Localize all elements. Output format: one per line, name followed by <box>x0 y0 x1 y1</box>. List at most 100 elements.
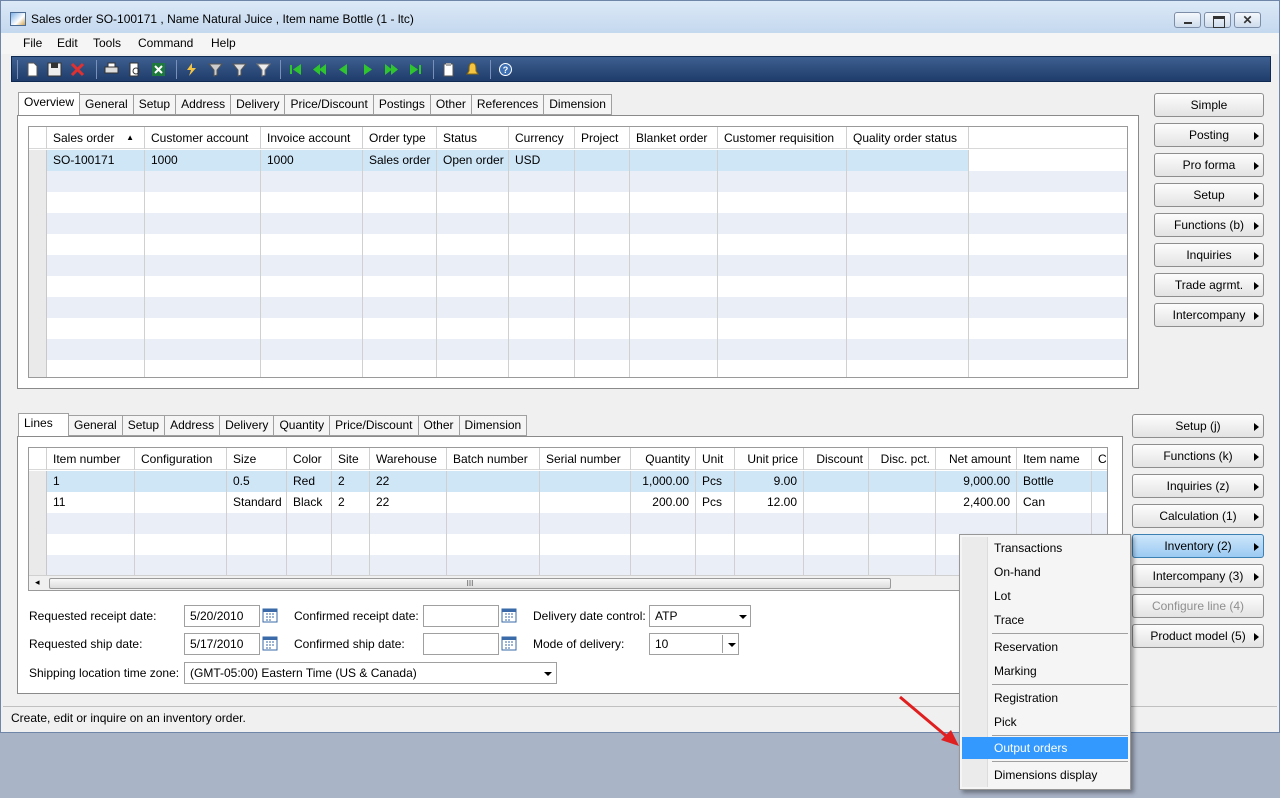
col-serial-number[interactable]: Serial number <box>540 448 631 470</box>
menu-item-on-hand[interactable]: On-hand <box>962 561 1128 583</box>
menu-item-pick[interactable]: Pick <box>962 711 1128 733</box>
functions-button[interactable]: Functions (b) <box>1154 213 1264 237</box>
menu-item-dimensions-display[interactable]: Dimensions display <box>962 764 1128 786</box>
table-row[interactable]: SO-100171 1000 1000 Sales order Open ord… <box>29 150 969 171</box>
confirmed-ship-date-field[interactable] <box>423 633 499 655</box>
empty-row[interactable] <box>29 213 1127 234</box>
tab-setup[interactable]: Setup <box>133 94 177 115</box>
col-invoice-account[interactable]: Invoice account <box>261 127 363 149</box>
tab-lines-other[interactable]: Other <box>418 415 460 436</box>
col-item-number[interactable]: Item number <box>47 448 135 470</box>
col-blanket-order[interactable]: Blanket order <box>630 127 718 149</box>
col-customer-account[interactable]: Customer account <box>145 127 261 149</box>
tab-references[interactable]: References <box>471 94 545 115</box>
filter-icon[interactable] <box>232 62 247 77</box>
col-quality-order-status[interactable]: Quality order status <box>847 127 969 149</box>
tab-dimension[interactable]: Dimension <box>544 94 612 115</box>
col-net-amount[interactable]: Net amount <box>936 448 1017 470</box>
tab-lines-delivery[interactable]: Delivery <box>220 415 275 436</box>
tab-lines[interactable]: Lines <box>18 413 69 436</box>
calendar-icon[interactable] <box>262 608 278 623</box>
tab-lines-general[interactable]: General <box>69 415 123 436</box>
empty-row[interactable] <box>29 339 1127 360</box>
empty-row[interactable] <box>29 360 1127 377</box>
advanced-filter-icon[interactable] <box>208 62 223 77</box>
col-unit[interactable]: Unit <box>696 448 735 470</box>
col-project[interactable]: Project <box>575 127 630 149</box>
col-size[interactable]: Size <box>227 448 287 470</box>
menu-help[interactable]: Help <box>211 36 236 50</box>
intercompany-button[interactable]: Intercompany <box>1154 303 1264 327</box>
horizontal-scrollbar[interactable]: ◂ III <box>29 575 1107 590</box>
empty-row[interactable] <box>29 555 1107 576</box>
filter-by-selection-icon[interactable] <box>184 62 199 77</box>
menu-item-lot[interactable]: Lot <box>962 585 1128 607</box>
menu-item-registration[interactable]: Registration <box>962 687 1128 709</box>
empty-row[interactable] <box>29 534 1107 555</box>
menu-item-trace[interactable]: Trace <box>962 609 1128 631</box>
empty-row[interactable] <box>29 276 1127 297</box>
menu-item-reservation[interactable]: Reservation <box>962 636 1128 658</box>
col-item-name[interactable]: Item name <box>1017 448 1092 470</box>
delivery-date-control-select[interactable]: ATP <box>649 605 751 627</box>
lines-inquiries-button[interactable]: Inquiries (z) <box>1132 474 1264 498</box>
calendar-icon[interactable] <box>501 636 517 651</box>
requested-ship-date-field[interactable]: 5/17/2010 <box>184 633 260 655</box>
col-currency[interactable]: Currency <box>509 127 575 149</box>
inventory-button[interactable]: Inventory (2) <box>1132 534 1264 558</box>
empty-row[interactable] <box>29 318 1127 339</box>
scroll-thumb[interactable]: III <box>49 578 891 589</box>
empty-row[interactable] <box>29 513 1107 534</box>
empty-row[interactable] <box>29 171 1127 192</box>
tab-lines-price-discount[interactable]: Price/Discount <box>330 415 419 436</box>
col-configuration[interactable]: Configuration <box>135 448 227 470</box>
calendar-icon[interactable] <box>262 636 278 651</box>
requested-receipt-date-field[interactable]: 5/20/2010 <box>184 605 260 627</box>
menu-tools[interactable]: Tools <box>93 36 121 50</box>
delete-icon[interactable] <box>70 62 85 77</box>
product-model-button[interactable]: Product model (5) <box>1132 624 1264 648</box>
previous-record-icon[interactable] <box>336 62 351 77</box>
excel-icon[interactable] <box>151 62 166 77</box>
print-icon[interactable] <box>104 62 119 77</box>
lines-intercompany-button[interactable]: Intercompany (3) <box>1132 564 1264 588</box>
trade-agreement-button[interactable]: Trade agrmt. <box>1154 273 1264 297</box>
col-quantity[interactable]: Quantity <box>631 448 696 470</box>
col-disc-pct[interactable]: Disc. pct. <box>869 448 936 470</box>
setup-button[interactable]: Setup <box>1154 183 1264 207</box>
menu-item-output-orders[interactable]: Output orders <box>962 737 1128 759</box>
shipping-timezone-select[interactable]: (GMT-05:00) Eastern Time (US & Canada) <box>184 662 557 684</box>
tab-lines-quantity[interactable]: Quantity <box>274 415 331 436</box>
col-c[interactable]: C <box>1092 448 1107 470</box>
col-batch-number[interactable]: Batch number <box>447 448 540 470</box>
calendar-icon[interactable] <box>501 608 517 623</box>
menu-item-transactions[interactable]: Transactions <box>962 537 1128 559</box>
col-discount[interactable]: Discount <box>804 448 869 470</box>
col-status[interactable]: Status <box>437 127 509 149</box>
tab-other[interactable]: Other <box>430 94 472 115</box>
next-record-icon[interactable] <box>360 62 375 77</box>
menu-item-marking[interactable]: Marking <box>962 660 1128 682</box>
close-button[interactable]: ✕ <box>1234 12 1261 28</box>
menu-command[interactable]: Command <box>138 36 193 50</box>
col-color[interactable]: Color <box>287 448 332 470</box>
calculation-button[interactable]: Calculation (1) <box>1132 504 1264 528</box>
previous-page-icon[interactable] <box>312 62 327 77</box>
configure-line-button[interactable]: Configure line (4) <box>1132 594 1264 618</box>
lines-functions-button[interactable]: Functions (k) <box>1132 444 1264 468</box>
col-sales-order[interactable]: Sales order ▲ <box>47 127 145 149</box>
next-page-icon[interactable] <box>384 62 399 77</box>
last-record-icon[interactable] <box>408 62 423 77</box>
col-unit-price[interactable]: Unit price <box>735 448 804 470</box>
tab-general[interactable]: General <box>80 94 134 115</box>
tab-overview[interactable]: Overview <box>18 92 81 115</box>
alert-icon[interactable] <box>465 62 480 77</box>
simple-button[interactable]: Simple <box>1154 93 1264 117</box>
tab-price-discount[interactable]: Price/Discount <box>285 94 374 115</box>
scroll-left-icon[interactable]: ◂ <box>35 577 40 588</box>
tab-lines-dimension[interactable]: Dimension <box>459 415 528 436</box>
empty-row[interactable] <box>29 297 1127 318</box>
minimize-button[interactable] <box>1174 12 1201 28</box>
help-icon[interactable]: ? <box>498 62 513 77</box>
maximize-button[interactable] <box>1204 12 1231 28</box>
